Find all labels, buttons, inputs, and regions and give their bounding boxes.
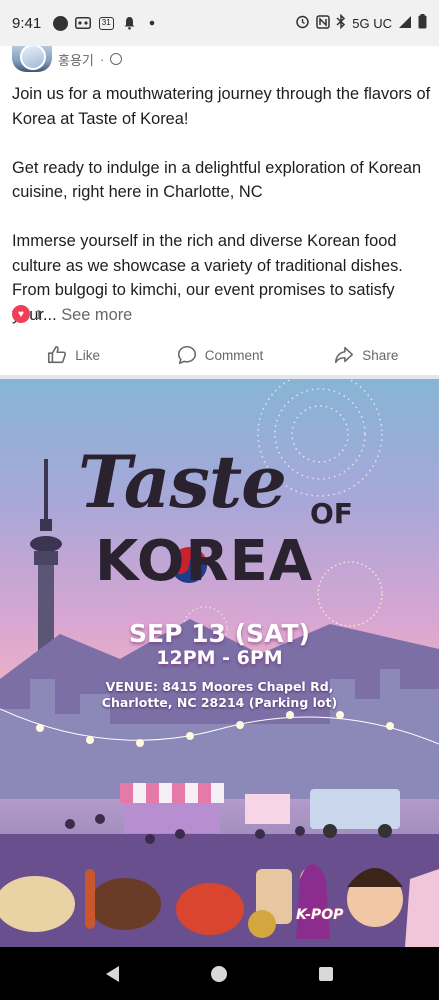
recent-apps-icon[interactable] [319, 966, 333, 981]
share-arrow-icon [335, 346, 354, 364]
messenger-icon [52, 15, 68, 31]
author-name[interactable]: 홍용기 [58, 50, 94, 69]
battery-icon [418, 14, 427, 32]
reaction-count: 1 [35, 306, 43, 322]
poster-venue: VENUE: 8415 Moores Chapel Rd, Charlotte,… [0, 679, 439, 711]
notification-bell-icon [121, 15, 137, 31]
comment-bubble-icon [177, 345, 196, 365]
privacy-globe-icon [110, 53, 123, 65]
poster-venue-line1: VENUE: 8415 Moores Chapel Rd, [105, 679, 334, 694]
post-paragraph-last: Immerse yourself in the rich and diverse… [12, 229, 432, 327]
home-icon[interactable] [211, 965, 227, 982]
system-navigation-bar [0, 947, 439, 1000]
status-time: 9:41 [12, 14, 42, 32]
separator: · [99, 51, 105, 67]
poster-date: SEP 13 (SAT) [129, 619, 310, 648]
back-icon[interactable] [106, 965, 119, 982]
voicemail-icon [75, 15, 92, 31]
post-header: 홍용기 · [12, 46, 123, 72]
event-poster-image[interactable]: Taste OF KOREA SEP 13 (SAT) 12PM - 6PM V… [0, 379, 439, 947]
post-action-bar: Like Comment Share [0, 336, 439, 374]
post-paragraph: Join us for a mouthwatering journey thro… [12, 85, 431, 128]
poster-title-korea: KOREA [95, 529, 314, 594]
bluetooth-icon [336, 13, 346, 32]
see-more-link[interactable]: See more [61, 306, 132, 324]
like-button[interactable]: Like [0, 344, 146, 366]
status-bar: 9:41 31 5G UC [0, 0, 439, 46]
share-button[interactable]: Share [293, 344, 439, 366]
share-label: Share [362, 347, 399, 363]
kpop-badge: K-POP [296, 907, 344, 923]
poster-time: 12PM - 6PM [156, 647, 283, 669]
reaction-summary[interactable]: ♥ 1 [12, 305, 42, 323]
poster-title-of: OF [310, 497, 353, 530]
alarm-icon [295, 14, 310, 32]
like-label: Like [75, 347, 101, 363]
poster-title-taste: Taste [78, 439, 287, 524]
calendar-icon: 31 [98, 15, 114, 31]
love-reaction-icon: ♥ [12, 305, 30, 323]
signal-icon [398, 15, 412, 32]
thumbs-up-icon [48, 345, 67, 364]
comment-label: Comment [204, 347, 264, 363]
more-dot-icon [144, 15, 160, 31]
network-type: 5G UC [352, 15, 392, 31]
nfc-icon [316, 14, 331, 32]
poster-venue-line2: Charlotte, NC 28214 (Parking lot) [101, 695, 338, 710]
post-body: Join us for a mouthwatering journey thro… [12, 82, 432, 352]
post-paragraph: Get ready to indulge in a delightful exp… [12, 158, 422, 202]
comment-button[interactable]: Comment [146, 344, 292, 366]
avatar[interactable] [12, 46, 52, 72]
